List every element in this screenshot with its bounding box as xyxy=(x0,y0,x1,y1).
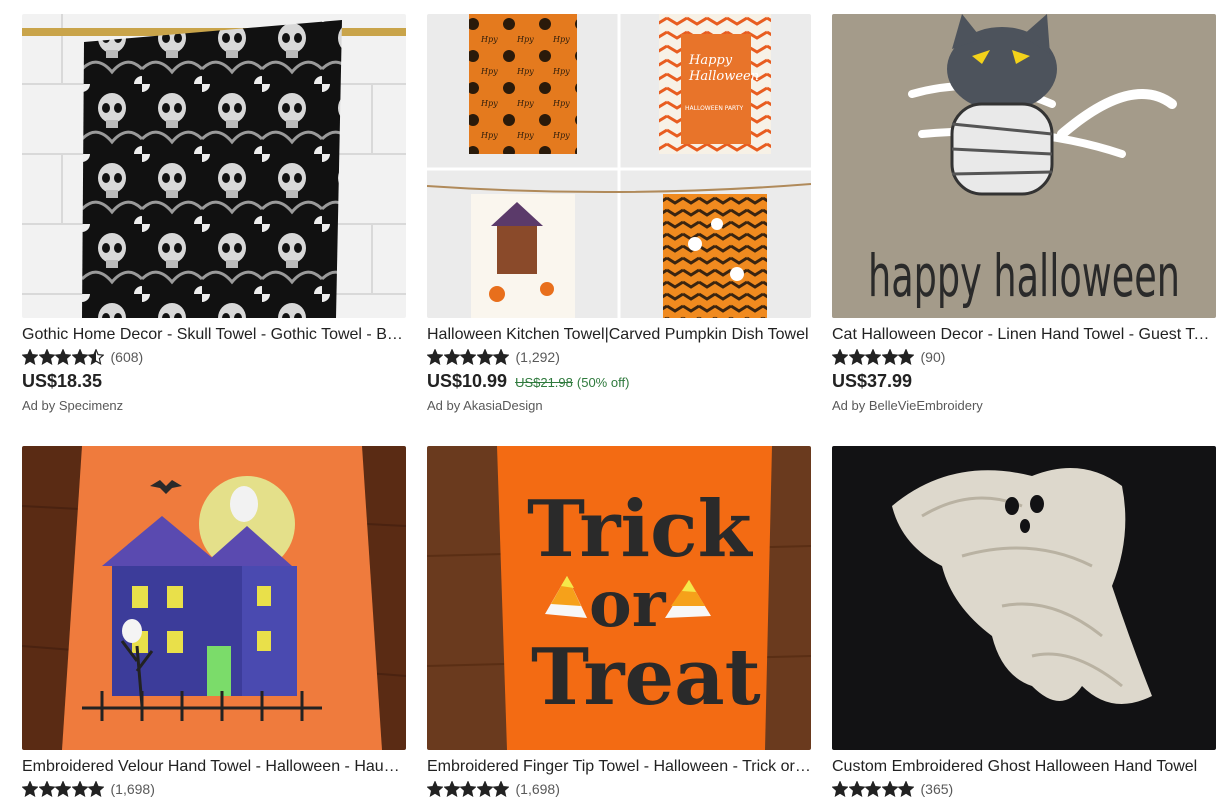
star-icon xyxy=(22,349,38,365)
star-icon xyxy=(88,781,104,797)
listing-title[interactable]: Embroidered Finger Tip Towel - Halloween… xyxy=(427,757,811,777)
price-row: US$37.99 xyxy=(832,371,1216,393)
star-icon xyxy=(865,349,881,365)
ad-by-shop[interactable]: Ad by BelleVieEmbroidery xyxy=(832,398,1216,413)
listing-image-haunted-house-towel[interactable] xyxy=(22,446,406,750)
star-icon xyxy=(881,349,898,365)
lace-ghost-picture xyxy=(832,446,1216,750)
ad-by-shop[interactable]: Ad by Specimenz xyxy=(22,398,406,413)
rating: (90) xyxy=(832,348,1216,366)
review-count: (1,698) xyxy=(110,781,155,797)
happy-halloween-embroidery: happy halloween xyxy=(868,242,1180,310)
ad-by-shop[interactable]: Ad by AkasiaDesign xyxy=(427,398,811,413)
star-icon xyxy=(460,781,476,797)
rating: (1,698) xyxy=(427,780,811,798)
listing-title[interactable]: Embroidered Velour Hand Towel - Hallowee… xyxy=(22,757,406,777)
star-icon xyxy=(55,349,71,365)
towel-party-text: HALLOWEEN PARTY xyxy=(685,105,743,112)
star-icon xyxy=(493,349,509,365)
listing-title[interactable]: Cat Halloween Decor - Linen Hand Towel -… xyxy=(832,325,1216,345)
listing-card[interactable]: happy halloween Cat Halloween Decor - Li… xyxy=(832,14,1216,413)
listing-grid: Gothic Home Decor - Skull Towel - Gothic… xyxy=(0,0,1232,800)
star-icon xyxy=(476,349,493,365)
listing-card[interactable]: Embroidered Velour Hand Towel - Hallowee… xyxy=(22,446,406,798)
star-icon xyxy=(427,349,443,365)
star-icon xyxy=(443,349,460,365)
star-rating xyxy=(832,781,915,797)
listing-title[interactable]: Halloween Kitchen Towel|Carved Pumpkin D… xyxy=(427,325,811,345)
rating: (1,292) xyxy=(427,348,811,366)
star-rating xyxy=(427,349,510,365)
review-count: (1,698) xyxy=(515,781,560,797)
star-icon xyxy=(460,349,476,365)
star-icon xyxy=(832,349,848,365)
discount-badge: (50% off) xyxy=(576,375,630,390)
review-count: (608) xyxy=(110,349,144,365)
star-icon xyxy=(55,781,71,797)
star-icon xyxy=(898,349,914,365)
listing-title[interactable]: Gothic Home Decor - Skull Towel - Gothic… xyxy=(22,325,406,345)
towel-halloween-text: Halloween xyxy=(688,69,759,84)
price: US$18.35 xyxy=(22,371,103,391)
price: US$10.99 xyxy=(427,371,508,391)
star-icon xyxy=(71,349,88,365)
trick-text: Trick xyxy=(527,484,754,575)
trick-or-treat-picture: Trick or Treat xyxy=(427,446,811,750)
towel-happy-text: Happy xyxy=(688,53,733,68)
listing-card[interactable]: Gothic Home Decor - Skull Towel - Gothic… xyxy=(22,14,406,413)
star-rating xyxy=(22,349,105,365)
review-count: (365) xyxy=(920,781,954,797)
listing-image-cat-towel[interactable]: happy halloween xyxy=(832,14,1216,318)
skull-towel-picture xyxy=(22,14,406,318)
star-rating xyxy=(832,349,915,365)
star-icon xyxy=(88,349,104,365)
mummy-cat-picture: happy halloween xyxy=(832,14,1216,318)
star-icon xyxy=(22,781,38,797)
listing-title[interactable]: Custom Embroidered Ghost Halloween Hand … xyxy=(832,757,1216,777)
listing-image-kitchen-towels[interactable]: Hpy Happy Halloween HALLOWEEN PARTY xyxy=(427,14,811,318)
listing-card[interactable]: Custom Embroidered Ghost Halloween Hand … xyxy=(832,446,1216,798)
star-icon xyxy=(476,781,493,797)
star-rating xyxy=(22,781,105,797)
star-icon xyxy=(493,781,509,797)
rating: (365) xyxy=(832,780,1216,798)
listing-image-skull-towel[interactable] xyxy=(22,14,406,318)
star-icon xyxy=(443,781,460,797)
price-row: US$10.99 US$21.98 (50% off) xyxy=(427,371,811,393)
star-icon xyxy=(38,349,55,365)
listing-card[interactable]: Trick or Treat Embroidered Finger Tip To… xyxy=(427,446,811,798)
treat-text: Treat xyxy=(531,632,761,723)
review-count: (90) xyxy=(920,349,946,365)
star-icon xyxy=(427,781,443,797)
star-icon xyxy=(865,781,881,797)
star-icon xyxy=(898,781,914,797)
rating: (1,698) xyxy=(22,780,406,798)
star-rating xyxy=(427,781,510,797)
listing-image-ghost-towel[interactable] xyxy=(832,446,1216,750)
haunted-house-picture xyxy=(22,446,406,750)
kitchen-towels-picture: Hpy Happy Halloween HALLOWEEN PARTY xyxy=(427,14,811,318)
listing-image-trick-or-treat-towel[interactable]: Trick or Treat xyxy=(427,446,811,750)
rating: (608) xyxy=(22,348,406,366)
review-count: (1,292) xyxy=(515,349,560,365)
or-text: or xyxy=(589,567,667,642)
price: US$37.99 xyxy=(832,371,913,391)
star-icon xyxy=(38,781,55,797)
star-icon xyxy=(848,349,865,365)
original-price: US$21.98 xyxy=(515,375,573,390)
star-icon xyxy=(848,781,865,797)
price-row: US$18.35 xyxy=(22,371,406,393)
star-icon xyxy=(832,781,848,797)
star-icon xyxy=(71,781,88,797)
star-icon xyxy=(881,781,898,797)
listing-card[interactable]: Hpy Happy Halloween HALLOWEEN PARTY xyxy=(427,14,811,413)
